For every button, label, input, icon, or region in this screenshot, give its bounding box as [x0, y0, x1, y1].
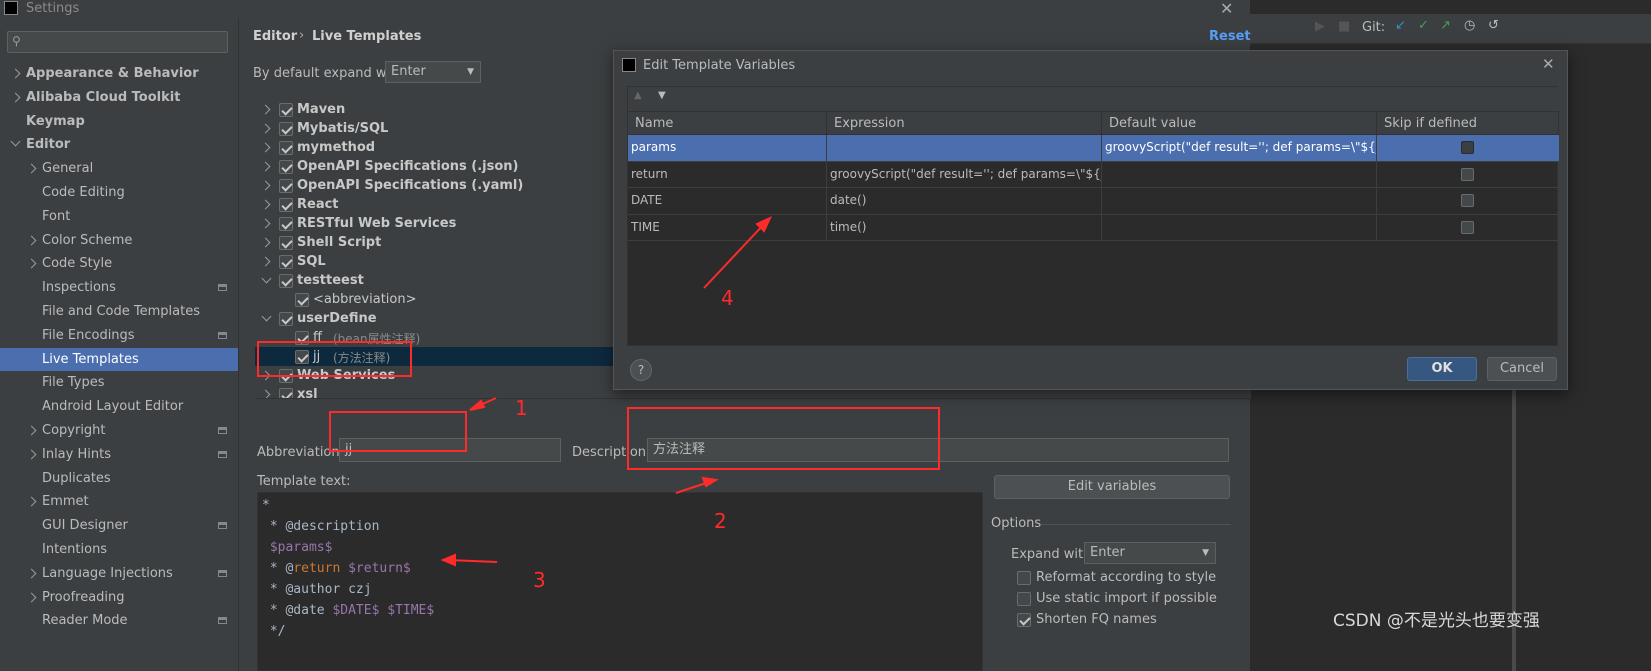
arrow-1-head [469, 399, 486, 411]
annotation-label-1: 1 [515, 396, 528, 420]
arrow-4 [703, 221, 767, 289]
annotation-label-3: 3 [533, 568, 546, 592]
arrow-2-head [701, 476, 719, 488]
arrow-3-head [440, 553, 456, 567]
annotation-label-4: 4 [721, 286, 734, 310]
annotation-arrows [440, 215, 773, 567]
annotation-label-2: 2 [714, 509, 727, 533]
watermark: CSDN @不是光头也要变强 [1333, 611, 1540, 631]
